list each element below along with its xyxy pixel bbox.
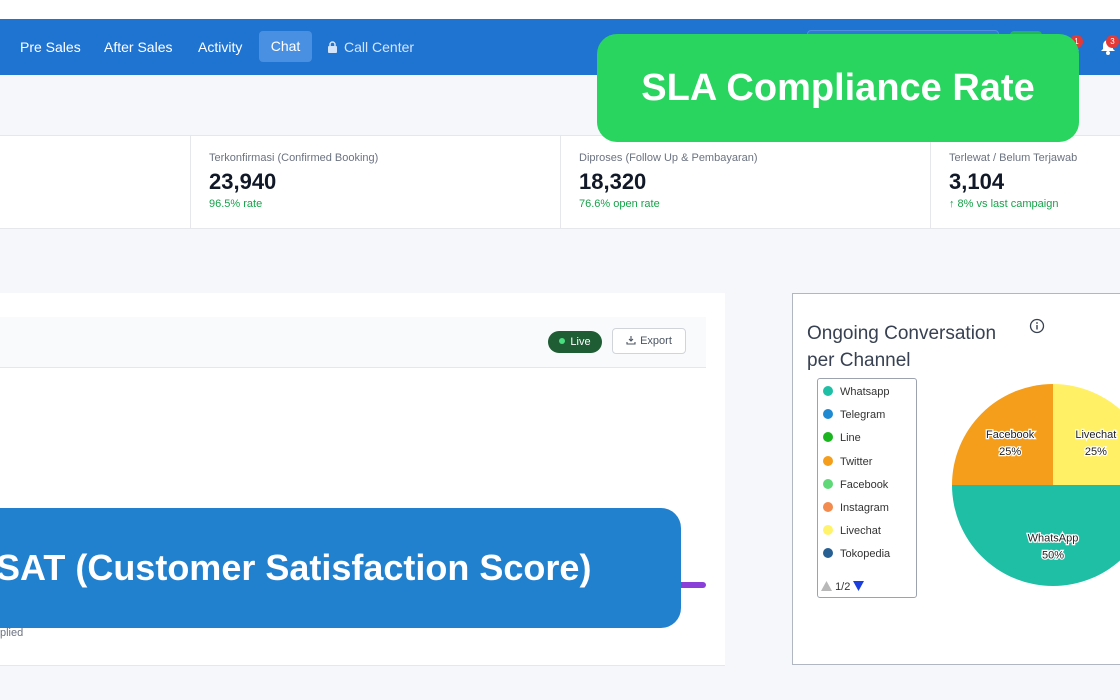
stats-row: Terkonfirmasi (Confirmed Booking) 23,940… [0,135,1120,229]
pie-slice-percent: 25% [1085,446,1107,458]
pie-chart: Livechat 25% WhatsApp 50% Facebook 25% [943,382,1120,597]
legend-label: Line [840,432,861,445]
legend-label: Whatsapp [840,386,890,398]
csat-banner: CSAT (Customer Satisfaction Score) [0,508,681,628]
legend-label: Twitter [840,455,873,468]
legend-label: Telegram [840,409,886,422]
replied-caption: plied [0,627,24,639]
nav-activity[interactable]: Activity [198,19,242,75]
live-dot-icon [559,338,566,344]
chart-legend: 1/2 Whatsapp Telegram Line Twitter Facebook I… [817,378,917,598]
stat-sub: 96.5% rate [209,198,263,210]
stat-label: Diproses (Follow Up & Pembayaran) [579,152,758,164]
legend-item[interactable]: Tokopedia [823,544,890,564]
pie-slice-label: Livechat [1075,429,1116,441]
sla-banner: SLA Compliance Rate [597,34,1079,142]
legend-label: Instagram [840,502,889,514]
nav-pre-sales[interactable]: Pre Sales [20,19,81,75]
legend-swatch [823,502,833,512]
legend-label: Tokopedia [840,548,891,561]
legend-item[interactable]: Whatsapp [823,382,890,402]
legend-swatch [823,548,833,559]
next-page-icon[interactable] [853,581,865,591]
conversation-card: Ongoing Conversation per Channel 1/2 Wha… [792,293,1120,665]
legend-item[interactable]: Line [823,428,861,448]
prev-page-icon[interactable] [821,581,832,591]
alert-badge: 3 [1106,35,1119,48]
legend-swatch [823,478,833,489]
legend-label: Facebook [840,478,889,491]
csat-banner-text: CSAT (Customer Satisfaction Score) [0,508,650,628]
nav-chat[interactable]: Chat [259,31,312,62]
legend-swatch [823,432,833,443]
pie-chart-svg: Livechat 25% WhatsApp 50% Facebook 25% [952,384,1120,586]
info-icon[interactable] [1029,318,1045,334]
export-button[interactable]: Export [612,328,686,354]
download-icon [626,336,636,345]
card-title: Ongoing Conversation per Channel [807,323,997,371]
stat-value: 23,940 [209,169,277,194]
legend-item[interactable]: Facebook [823,475,888,495]
stat-confirmed: Terkonfirmasi (Confirmed Booking) 23,940… [190,136,560,228]
pie-slice-label: WhatsApp [1028,533,1079,545]
legend-item[interactable]: Twitter [823,452,872,472]
legend-pager: 1/2 [821,579,865,595]
legend-swatch [823,525,833,536]
nav-after-sales[interactable]: After Sales [104,19,172,75]
stat-label: Terkonfirmasi (Confirmed Booking) [209,152,379,164]
stat-sub: ↑ 8% vs last campaign [949,198,1059,210]
stat-value: 3,104 [949,169,1005,194]
legend-item[interactable]: Instagram [823,498,889,518]
legend-swatch [823,409,833,420]
live-label: Live [570,336,591,348]
export-label: Export [640,335,672,347]
stat-missed: Terlewat / Belum Terjawab 3,104 ↑ 8% vs … [930,136,1120,228]
legend-item[interactable]: Telegram [823,405,885,425]
live-badge: Live [548,331,602,353]
pie-slice-percent: 25% [999,446,1021,458]
stat-sub: 76.6% open rate [579,198,660,210]
stat-processed: Diproses (Follow Up & Pembayaran) 18,320… [560,136,930,228]
csat-label: CSAT (Customer Satisfaction Score) [0,547,592,588]
call-center-label: Call Center [344,39,415,55]
top-strip [0,0,1120,19]
legend-swatch [823,455,833,466]
legend-label: Livechat [840,525,881,538]
card-header: Live Export [0,317,706,368]
legend-swatch [823,386,833,396]
nav-call-center[interactable]: Call Center [327,19,414,75]
legend-item[interactable]: Livechat [823,521,881,541]
pie-slice-label: Facebook [986,429,1035,441]
pie-slice-percent: 50% [1042,550,1064,562]
lock-icon [328,41,337,53]
stat-label: Terlewat / Belum Terjawab [949,152,1078,164]
pager-label: 1/2 [835,581,851,593]
stat-value: 18,320 [579,169,647,194]
